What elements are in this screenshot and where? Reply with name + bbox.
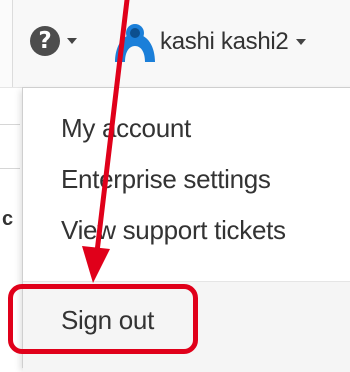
annotation-highlight-box xyxy=(8,284,198,354)
background-divider xyxy=(0,124,20,125)
menu-item-my-account[interactable]: My account xyxy=(61,113,191,144)
menu-item-enterprise-settings[interactable]: Enterprise settings xyxy=(61,164,271,195)
background-divider xyxy=(0,168,20,169)
username-label: kashi kashi2 xyxy=(160,28,289,55)
help-menu-toggle[interactable]: ? xyxy=(30,26,77,56)
background-text: c xyxy=(2,208,14,230)
user-avatar-icon xyxy=(115,24,155,62)
help-icon: ? xyxy=(30,26,60,56)
navbar-edge xyxy=(0,0,13,87)
chevron-down-icon xyxy=(67,38,77,44)
chevron-down-icon xyxy=(296,39,307,45)
user-menu-toggle[interactable]: kashi kashi2 xyxy=(112,22,307,62)
top-navbar: ? kashi kashi2 xyxy=(0,0,350,88)
menu-item-view-support-tickets[interactable]: View support tickets xyxy=(61,215,286,246)
